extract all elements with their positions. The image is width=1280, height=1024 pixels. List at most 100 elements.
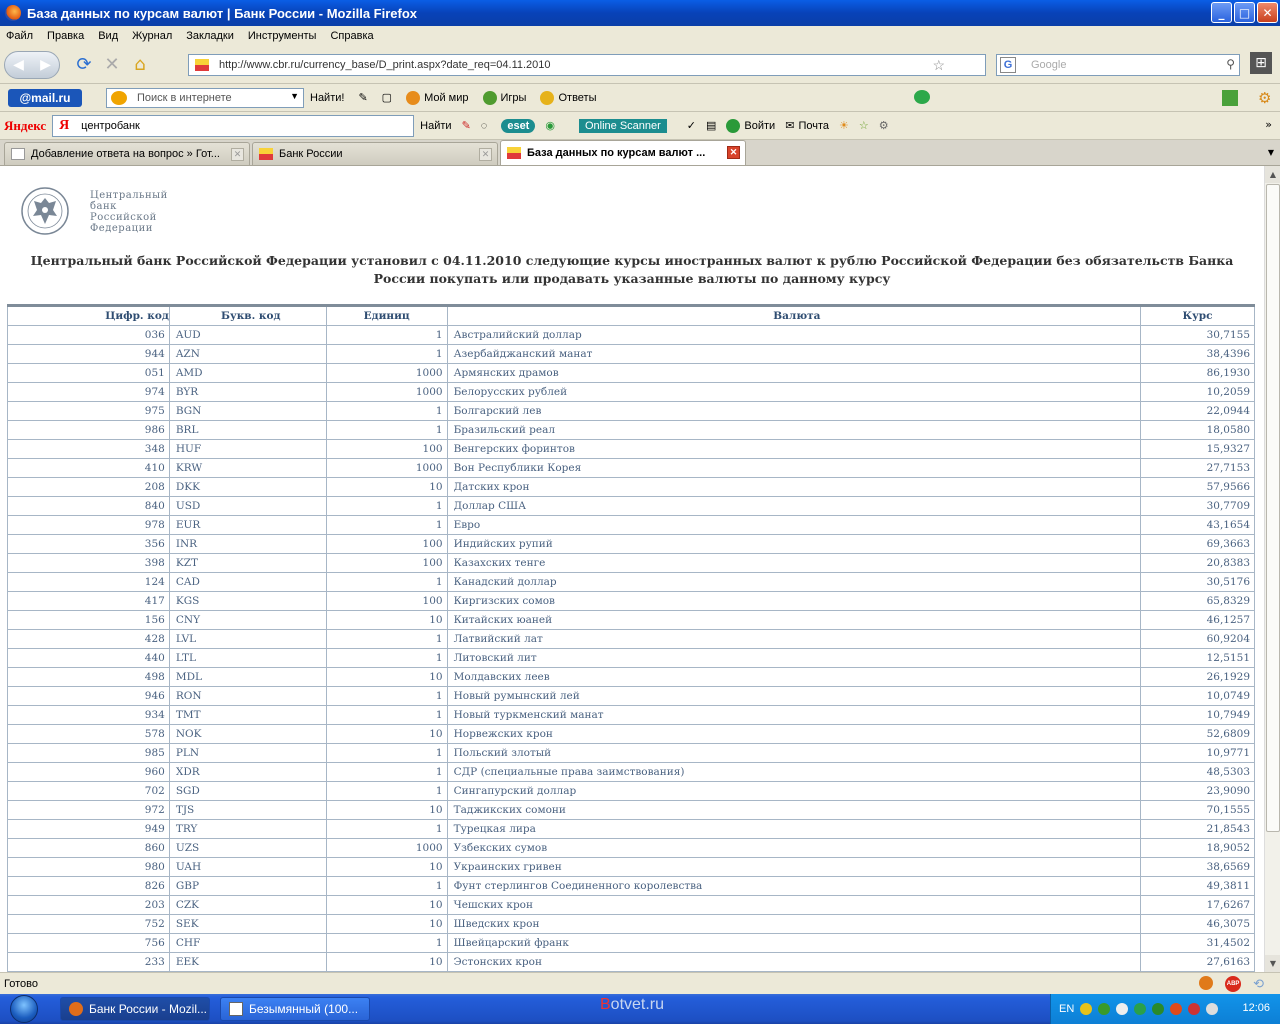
cell-numeric-code: 348 bbox=[7, 439, 170, 459]
menu-history[interactable]: Журнал bbox=[132, 30, 172, 42]
cell-units: 1000 bbox=[325, 838, 448, 858]
agent-icon[interactable] bbox=[914, 90, 930, 104]
mail-link[interactable]: ✉ Почта bbox=[785, 119, 829, 133]
tray-icon[interactable] bbox=[1116, 1003, 1129, 1015]
cell-rate: 15,9327 bbox=[1140, 439, 1255, 459]
search-box[interactable]: G Google ⚲ bbox=[996, 54, 1240, 76]
favorites-star-icon[interactable]: ☆ bbox=[859, 119, 869, 132]
tab-currency-db[interactable]: База данных по курсам валют ... ✕ bbox=[500, 140, 746, 165]
paint-icon bbox=[229, 1002, 243, 1016]
close-tab-icon[interactable]: ✕ bbox=[231, 148, 244, 161]
tray-icon[interactable] bbox=[1134, 1003, 1147, 1015]
firefox-status-icon[interactable] bbox=[1199, 976, 1214, 990]
tab-bank-russia[interactable]: Банк России ✕ bbox=[252, 142, 498, 165]
cell-numeric-code: 578 bbox=[7, 724, 170, 744]
translate-icon[interactable]: ▤ bbox=[706, 119, 716, 132]
cell-letter-code: RON bbox=[168, 686, 327, 706]
tray-icon[interactable] bbox=[1170, 1003, 1183, 1015]
my-world-link[interactable]: Мой мир bbox=[406, 90, 469, 105]
marker-icon[interactable]: ✎ bbox=[462, 119, 471, 132]
url-text: http://www.cbr.ru/currency_base/D_print.… bbox=[219, 59, 551, 71]
status-text: Готово bbox=[4, 977, 38, 990]
toolbar-settings-icon[interactable]: ⚙ bbox=[879, 119, 889, 132]
menu-view[interactable]: Вид bbox=[98, 30, 118, 42]
yandex-logo[interactable]: Яндекс bbox=[4, 118, 46, 134]
mailbox-icon[interactable]: ▢ bbox=[382, 91, 392, 104]
cell-currency-name: Азербайджанский манат bbox=[446, 344, 1142, 364]
windows-icon[interactable]: ⊞ bbox=[1250, 52, 1272, 74]
refresh-circle-icon[interactable]: ◉ bbox=[545, 119, 555, 132]
pencil-icon[interactable]: ✎ bbox=[358, 91, 367, 104]
tray-icon[interactable] bbox=[1080, 1003, 1093, 1015]
menu-edit[interactable]: Правка bbox=[47, 30, 84, 42]
mailru-find-button[interactable]: Найти! bbox=[310, 92, 344, 104]
cell-units: 1000 bbox=[325, 458, 448, 478]
forward-arrow-icon[interactable]: ▶ bbox=[40, 57, 51, 73]
login-link[interactable]: Войти bbox=[726, 118, 775, 133]
minimize-button[interactable]: _ bbox=[1211, 2, 1232, 23]
sync-icon[interactable]: ⟲ bbox=[1253, 976, 1264, 992]
tab-list-chevron-icon[interactable]: ▼ bbox=[1268, 148, 1274, 157]
cell-numeric-code: 944 bbox=[7, 344, 170, 364]
games-link[interactable]: Игры bbox=[482, 90, 526, 105]
cell-letter-code: BRL bbox=[168, 420, 327, 440]
flag-icon[interactable] bbox=[1188, 1003, 1201, 1015]
scroll-up-icon[interactable]: ▲ bbox=[1265, 166, 1280, 183]
answers-link[interactable]: Ответы bbox=[540, 90, 596, 105]
bookmark-grid-icon[interactable] bbox=[1222, 90, 1238, 106]
stop-icon[interactable]: ✕ bbox=[98, 51, 126, 79]
menu-help[interactable]: Справка bbox=[330, 30, 373, 42]
url-bar[interactable]: http://www.cbr.ru/currency_base/D_print.… bbox=[188, 54, 986, 76]
language-indicator[interactable]: EN bbox=[1059, 1003, 1074, 1015]
tray-icon[interactable] bbox=[1098, 1003, 1111, 1015]
close-button[interactable]: ✕ bbox=[1257, 2, 1278, 23]
yandex-find-button[interactable]: Найти bbox=[420, 120, 451, 132]
back-forward-buttons[interactable]: ◀ ▶ bbox=[4, 50, 60, 79]
menu-tools[interactable]: Инструменты bbox=[248, 30, 317, 42]
search-icon[interactable]: ⚲ bbox=[1226, 57, 1235, 71]
close-tab-icon[interactable]: ✕ bbox=[727, 146, 740, 159]
people-icon bbox=[406, 90, 421, 105]
back-arrow-icon[interactable]: ◀ bbox=[13, 57, 24, 73]
cell-currency-name: СДР (специальные права заимствования) bbox=[446, 762, 1142, 782]
cell-letter-code: XDR bbox=[168, 762, 327, 782]
reload-icon[interactable]: ⟳ bbox=[70, 51, 98, 79]
mailru-toolbar: @mail.ru Поиск в интернете ▼ Найти! ✎ ▢ … bbox=[0, 84, 1280, 112]
menu-bookmarks[interactable]: Закладки bbox=[186, 30, 234, 42]
eset-button[interactable]: eset bbox=[501, 118, 536, 133]
cell-rate: 17,6267 bbox=[1140, 895, 1255, 915]
home-icon[interactable]: ⌂ bbox=[126, 51, 154, 79]
maximize-button[interactable]: □ bbox=[1234, 2, 1255, 23]
spellcheck-icon[interactable]: ✓ bbox=[687, 119, 696, 132]
yandex-search-input[interactable]: Я центробанк bbox=[52, 114, 415, 137]
menu-file[interactable]: Файл bbox=[6, 30, 33, 42]
settings-gear-icon[interactable]: ⚙ bbox=[1258, 89, 1271, 107]
close-tab-icon[interactable]: ✕ bbox=[479, 148, 492, 161]
taskbar-item-paint[interactable]: Безымянный (100... bbox=[220, 997, 370, 1021]
overflow-chevron-icon[interactable]: » bbox=[1265, 118, 1272, 131]
chat-bubble-icon[interactable]: ◌ bbox=[481, 120, 488, 132]
google-icon[interactable]: G bbox=[1000, 57, 1016, 73]
cell-numeric-code: 975 bbox=[7, 401, 170, 421]
cell-numeric-code: 398 bbox=[7, 553, 170, 573]
chevron-down-icon[interactable]: ▼ bbox=[290, 91, 299, 101]
bookmark-star-icon[interactable]: ☆ bbox=[932, 57, 945, 74]
tray-icon[interactable] bbox=[1152, 1003, 1165, 1015]
cell-numeric-code: 752 bbox=[7, 914, 170, 934]
cell-units: 10 bbox=[325, 724, 448, 744]
tab-answer[interactable]: Добавление ответа на вопрос » Гот... ✕ bbox=[4, 142, 250, 165]
mailru-search-input[interactable]: Поиск в интернете ▼ bbox=[106, 87, 304, 108]
table-body: 036 AUD 1 Австралийский доллар 30,7155 944 AZN… bbox=[7, 325, 1255, 972]
weather-icon[interactable]: ☀ bbox=[839, 119, 849, 132]
online-scanner-button[interactable]: Online Scanner bbox=[578, 118, 667, 133]
cell-units: 100 bbox=[325, 591, 448, 611]
mailru-logo[interactable]: @mail.ru bbox=[8, 88, 82, 107]
cell-rate: 70,1555 bbox=[1140, 800, 1255, 820]
adblock-icon[interactable]: ABP bbox=[1225, 976, 1242, 992]
start-button[interactable] bbox=[0, 994, 48, 1024]
vertical-scrollbar[interactable]: ▲ ▼ bbox=[1264, 166, 1280, 972]
taskbar-item-firefox[interactable]: Банк России - Mozil... bbox=[60, 997, 210, 1021]
scroll-down-icon[interactable]: ▼ bbox=[1265, 955, 1280, 972]
scrollbar-thumb[interactable] bbox=[1266, 184, 1280, 832]
speaker-icon[interactable] bbox=[1206, 1003, 1219, 1015]
